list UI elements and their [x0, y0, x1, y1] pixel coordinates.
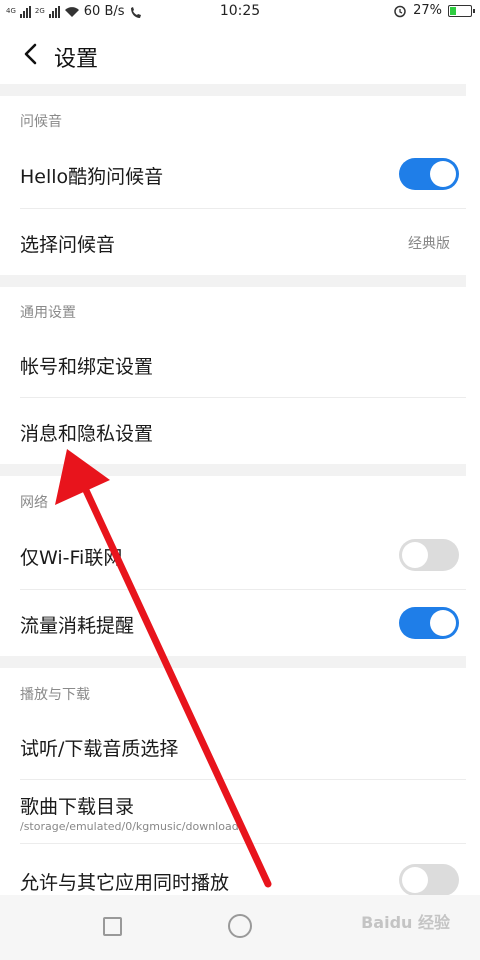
row-download-directory[interactable]: 歌曲下载目录 /storage/emulated/0/kgmusic/downl…	[0, 780, 466, 842]
row-label: 歌曲下载目录	[20, 796, 135, 818]
nav-bar: Baidu 经验	[0, 895, 480, 960]
row-data-reminder[interactable]: 流量消耗提醒	[0, 590, 466, 656]
chevron-left-icon	[24, 43, 37, 65]
row-label: 流量消耗提醒	[20, 615, 135, 637]
section-label-general: 通用设置	[20, 305, 76, 321]
status-right: 27%	[393, 3, 475, 18]
greeting-value: 经典版	[408, 236, 450, 252]
watermark-logo: Baidu 经验	[361, 913, 450, 932]
row-account-settings[interactable]: 帐号和绑定设置	[0, 331, 466, 397]
battery-icon	[448, 4, 475, 17]
toggle-knob	[402, 542, 428, 568]
page-title: 设置	[54, 47, 99, 72]
section-gap	[0, 464, 466, 476]
row-hello-greeting[interactable]: Hello酷狗问候音	[0, 140, 466, 208]
home-button[interactable]	[228, 914, 252, 938]
recents-button[interactable]	[103, 917, 122, 936]
battery-level	[450, 6, 456, 15]
row-label: 仅Wi-Fi联网	[20, 547, 123, 569]
row-wifi-only[interactable]: 仅Wi-Fi联网	[0, 521, 466, 589]
toggle-knob	[430, 610, 456, 636]
row-label: Hello酷狗问候音	[20, 166, 164, 188]
section-gap	[0, 656, 466, 668]
row-label: 帐号和绑定设置	[20, 356, 154, 378]
section-label-greeting: 问候音	[20, 114, 62, 130]
battery-percent: 27%	[413, 3, 442, 18]
row-privacy-settings[interactable]: 消息和隐私设置	[0, 398, 466, 464]
toggle-knob	[430, 161, 456, 187]
section-label-network: 网络	[20, 495, 48, 511]
section-gap	[0, 275, 466, 287]
wifi-only-toggle[interactable]	[399, 539, 459, 571]
section-label-playback: 播放与下载	[20, 687, 90, 703]
row-audio-quality[interactable]: 试听/下载音质选择	[0, 713, 466, 779]
row-choose-greeting[interactable]: 选择问候音 经典版	[0, 209, 466, 275]
mixed-playback-toggle[interactable]	[399, 864, 459, 896]
download-path: /storage/emulated/0/kgmusic/download	[20, 820, 239, 833]
header: 设置	[0, 24, 480, 84]
hello-greeting-toggle[interactable]	[399, 158, 459, 190]
status-bar: 4G 2G 60 B/s 10:25 27%	[0, 0, 480, 24]
row-label: 允许与其它应用同时播放	[20, 872, 230, 894]
row-label: 试听/下载音质选择	[20, 738, 179, 760]
section-gap	[0, 84, 466, 96]
row-label: 选择问候音	[20, 234, 116, 256]
alarm-icon	[394, 5, 406, 17]
back-button[interactable]	[16, 38, 44, 70]
row-label: 消息和隐私设置	[20, 423, 154, 445]
toggle-knob	[402, 867, 428, 893]
data-reminder-toggle[interactable]	[399, 607, 459, 639]
